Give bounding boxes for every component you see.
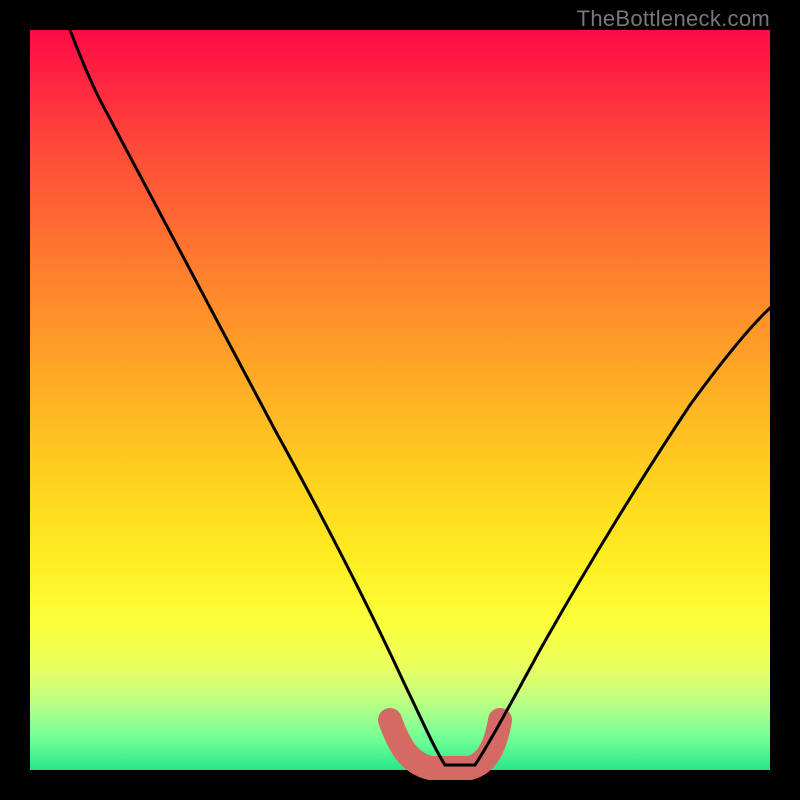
bottleneck-curve	[70, 30, 770, 765]
plot-area	[30, 30, 770, 770]
watermark-text: TheBottleneck.com	[577, 6, 770, 32]
curve-layer	[30, 30, 770, 770]
optimal-band	[390, 720, 500, 768]
chart-frame: TheBottleneck.com	[0, 0, 800, 800]
